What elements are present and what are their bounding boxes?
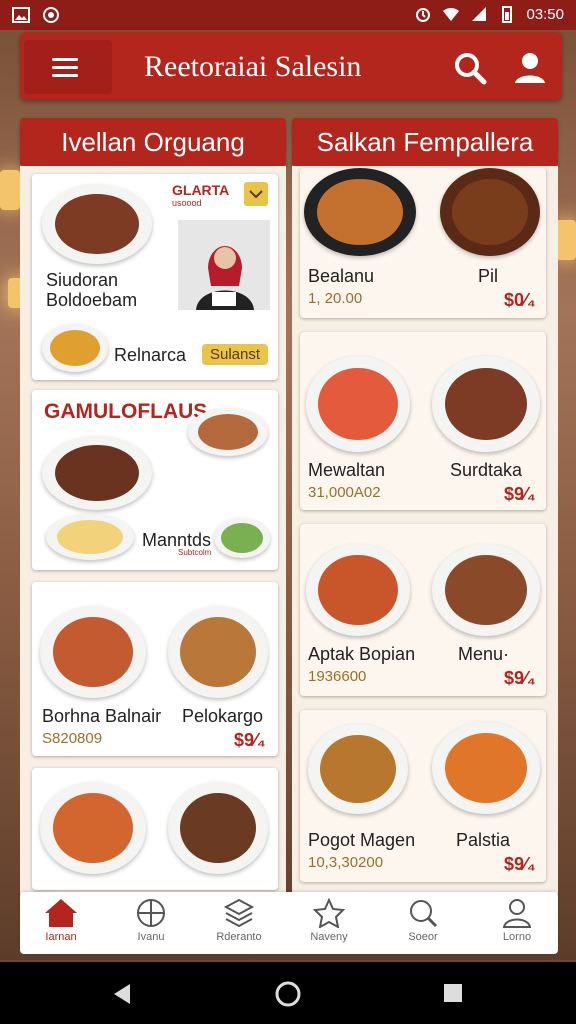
dish-subtitle: Subtcolm [178, 548, 212, 557]
status-time: 03:50 [526, 5, 564, 23]
nav-item-favorites[interactable]: Naveny [294, 898, 364, 950]
menu-card[interactable]: Bealanu 1, 20.00 Pil $0⁄₄ [300, 168, 546, 318]
menu-card[interactable]: Mewaltan 31,000A02 Surdtaka $9⁄₄ [300, 332, 546, 510]
nav-label: Ivanu [137, 931, 165, 943]
dish-name: Relnarca [114, 345, 187, 365]
dish-name: Mewaltan [308, 460, 386, 480]
dish-image [42, 436, 152, 510]
lamp-decoration [556, 220, 576, 260]
wifi-icon [443, 7, 460, 21]
bottom-navigation: Iarnan Ivanu Rderanto Naveny Soeor Lorno [20, 892, 558, 954]
dish-price-text: 10,3,30200 [308, 854, 384, 871]
lamp-decoration [0, 170, 20, 210]
dish-image [308, 724, 408, 814]
alarm-icon [416, 8, 431, 22]
dish-name: Pogot Magen [308, 830, 416, 850]
menu-card[interactable] [32, 768, 278, 890]
signal-icon [472, 7, 487, 21]
nav-item-profile[interactable]: Lorno [482, 898, 552, 950]
layers-icon [223, 898, 255, 928]
image-icon [12, 7, 30, 23]
dish-image [46, 514, 134, 560]
left-column-header: Ivellan Orguang [20, 118, 286, 166]
dish-image [42, 324, 108, 372]
search-icon[interactable] [452, 50, 488, 86]
app-bar: Reetoraiai Salesin [20, 32, 562, 100]
search-icon [410, 900, 438, 928]
dish-price-text: 1, 20.00 [308, 290, 363, 307]
dish-image [432, 356, 540, 452]
dish-image [40, 606, 146, 698]
dish-name: Surdtaka [450, 460, 523, 480]
dish-image [168, 606, 268, 698]
nav-item-home[interactable]: Iarnan [26, 898, 96, 950]
dish-name: Borhna Balnair [42, 706, 162, 726]
dish-image [168, 782, 268, 874]
profile-icon[interactable] [510, 50, 550, 86]
dish-image [440, 168, 540, 256]
nav-label: Naveny [310, 931, 348, 943]
dish-image [304, 168, 416, 256]
dish-price: $9⁄₄ [234, 730, 266, 750]
battery-icon [502, 6, 513, 23]
nav-item-menu[interactable]: Ivanu [116, 898, 186, 950]
nav-label: Rderanto [216, 931, 262, 943]
dish-price-text: 1936600 [308, 668, 367, 685]
menu-button[interactable] [24, 40, 112, 94]
status-bar: 03:50 [0, 0, 576, 30]
dish-price: $0⁄₄ [504, 290, 536, 310]
chevron-down-icon[interactable] [244, 182, 268, 206]
dish-name: Siudoran [46, 270, 119, 290]
staff-photo [178, 220, 270, 310]
grid-icon [137, 899, 165, 927]
menu-card[interactable]: Pogot Magen 10,3,30200 Palstia $9⁄₄ [300, 710, 546, 882]
home-button-icon[interactable] [274, 980, 302, 1008]
dish-name: Aptak Bopian [308, 644, 416, 664]
menu-card[interactable]: Aptak Bopian 1936600 Menu· $9⁄₄ [300, 524, 546, 696]
user-icon [502, 899, 532, 928]
nav-item-orders[interactable]: Rderanto [204, 898, 274, 950]
menu-card[interactable]: Borhna Balnair S820809 Pelokargo $9⁄₄ [32, 582, 278, 756]
nav-label: Lorno [502, 931, 532, 943]
dish-price: $9⁄₄ [504, 484, 536, 504]
menu-card[interactable]: GAMULOFLAUS Manntds Subtcolm [32, 390, 278, 570]
star-icon [312, 898, 346, 928]
nav-label: Iarnan [45, 931, 77, 943]
menu-card[interactable]: GLARTA usoood Siudoran Boldoebam Relnarc… [32, 174, 278, 380]
dish-image [214, 518, 270, 558]
status-badge[interactable]: Sulanst [202, 344, 269, 365]
nav-item-search[interactable]: Soeor [388, 898, 458, 950]
dish-subtitle: Boldoebam [46, 290, 138, 310]
nav-label: Soeor [408, 931, 438, 943]
right-column-header: Salkan Fempallera [292, 118, 558, 166]
dish-image [306, 356, 410, 452]
dish-image [432, 544, 540, 636]
dish-price: $9⁄₄ [504, 668, 536, 688]
dish-price: $9⁄₄ [504, 854, 536, 874]
dish-name: Bealanu [308, 266, 375, 286]
dish-image [42, 184, 152, 264]
dish-name: Pelokargo [182, 706, 264, 726]
dish-image [40, 782, 146, 874]
home-icon [45, 899, 77, 927]
dish-image [188, 408, 268, 456]
dish-name: Menu· [458, 644, 510, 664]
dish-image [306, 544, 410, 636]
recents-icon[interactable] [442, 982, 464, 1004]
back-icon[interactable] [110, 982, 134, 1006]
dish-price-text: S820809 [42, 730, 103, 747]
dish-price-text: 31,000A02 [308, 484, 381, 501]
dish-image [432, 722, 540, 814]
system-navigation-bar [0, 962, 576, 1024]
category-banner: GAMULOFLAUS [44, 400, 208, 423]
chrome-icon [43, 7, 59, 23]
dish-name: Pil [478, 266, 499, 286]
app-title: Reetoraiai Salesin [144, 50, 362, 83]
dish-name: Palstia [456, 830, 511, 850]
